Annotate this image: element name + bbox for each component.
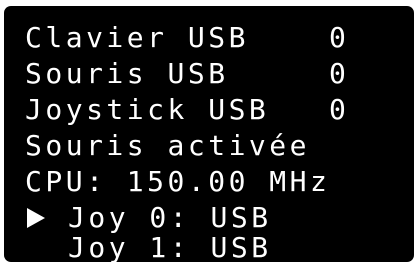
menu-item-label: Joy 1: USB bbox=[68, 231, 272, 262]
menu-item-joystick-usb[interactable]: Joystick USB 0 bbox=[4, 92, 414, 128]
menu-item-label: Clavier USB bbox=[25, 21, 249, 54]
menu-item-souris-usb[interactable]: Souris USB 0 bbox=[4, 56, 414, 92]
menu-item-label: Souris activée bbox=[25, 129, 311, 162]
triangle-right-icon bbox=[27, 208, 45, 228]
menu-item-value: 0 bbox=[329, 93, 346, 126]
menu-screen: Clavier USB 0 Souris USB 0 Joystick USB … bbox=[4, 6, 414, 262]
menu-item-clavier-usb[interactable]: Clavier USB 0 bbox=[4, 20, 414, 56]
menu-item-cpu-speed[interactable]: CPU: 150.00 MHz bbox=[4, 164, 414, 200]
menu-item-joy-1[interactable]: Joy 1: USB bbox=[4, 230, 414, 262]
menu-item-value: 0 bbox=[329, 21, 346, 54]
menu-item-value: 0 bbox=[329, 57, 346, 90]
menu-item-label: CPU: 150.00 MHz bbox=[25, 165, 331, 198]
menu-item-label: Joystick USB bbox=[25, 93, 270, 126]
menu-item-souris-activee[interactable]: Souris activée bbox=[4, 128, 414, 164]
menu-item-label: Souris USB bbox=[25, 57, 229, 90]
